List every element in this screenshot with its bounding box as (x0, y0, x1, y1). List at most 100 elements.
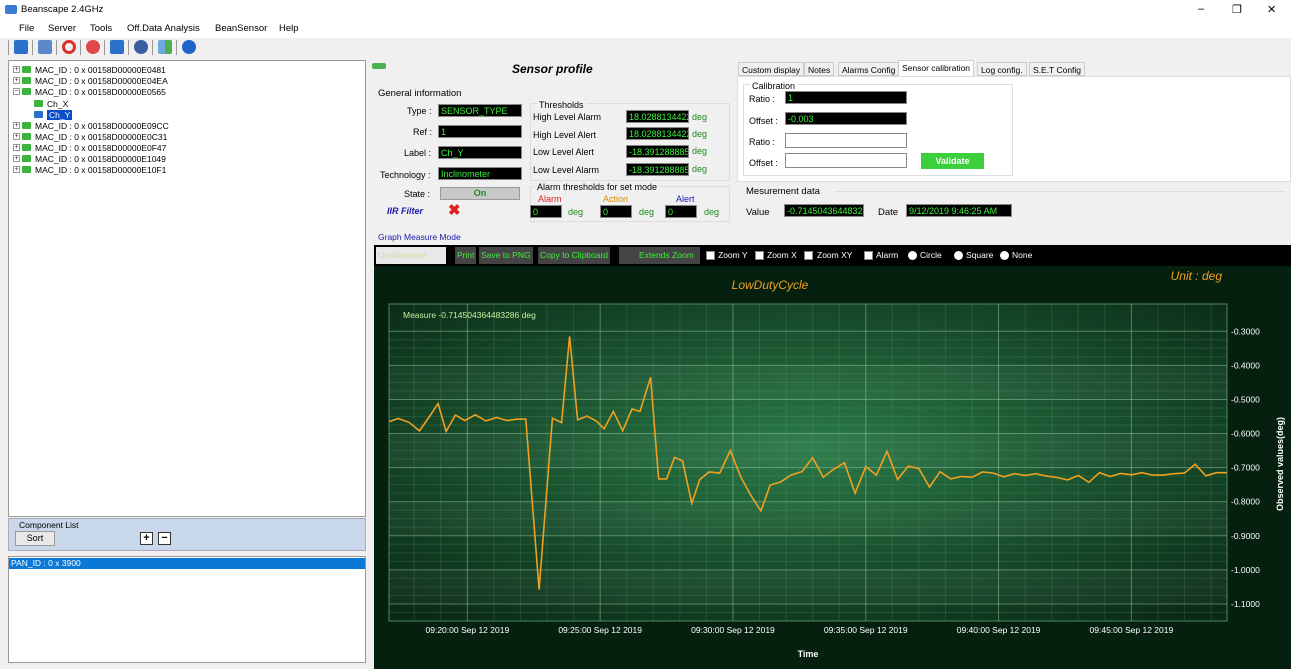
offset-field: -0.003 (785, 112, 907, 125)
menu-server[interactable]: Server (48, 23, 76, 34)
calibration-title: Calibration (750, 81, 798, 91)
menu-beansensor[interactable]: BeanSensor (215, 23, 267, 34)
zoom-y-checkbox[interactable] (706, 251, 715, 260)
tree-item-channel[interactable]: Ch_X (34, 98, 68, 109)
copy-clipboard-button[interactable]: Copy to Clipboard (538, 247, 611, 264)
print-button[interactable]: Print (455, 247, 477, 264)
square-label: Square (966, 250, 994, 260)
menu-help[interactable]: Help (279, 23, 299, 34)
expand-icon[interactable]: + (13, 66, 20, 73)
settings-icon[interactable] (134, 40, 148, 54)
tree-item[interactable]: + MAC_ID : 0 x 00158D00000E0481 (13, 64, 166, 75)
minimize-button[interactable]: – (1198, 3, 1204, 15)
tree-item[interactable]: + MAC_ID : 0 x 00158D00000E0F47 (13, 142, 166, 153)
collapse-indicator-icon[interactable] (372, 63, 386, 69)
sensor-tree[interactable]: + MAC_ID : 0 x 00158D00000E0481 + MAC_ID :… (8, 60, 366, 517)
expand-icon[interactable]: + (13, 144, 20, 151)
close-button[interactable]: ✕ (1267, 3, 1276, 16)
toolbar-separator (152, 40, 153, 55)
tree-item[interactable]: − MAC_ID : 0 x 00158D00000E0565 (13, 86, 166, 97)
zoom-x-checkbox[interactable] (755, 251, 764, 260)
expand-icon[interactable]: + (13, 77, 20, 84)
offset-label: Offset : (749, 116, 778, 126)
unit-label: deg (692, 129, 708, 139)
tree-item[interactable]: + MAC_ID : 0 x 00158D00000E1049 (13, 153, 166, 164)
y-axis-label: Observed values(deg) (1275, 417, 1285, 511)
offset-input[interactable] (785, 153, 907, 168)
tab-alarms-config[interactable]: Alarms Config (838, 62, 900, 76)
y-tick-label: -1.1000 (1231, 599, 1260, 609)
tab-notes[interactable]: Notes (804, 62, 835, 76)
restore-button[interactable]: ❐ (1232, 3, 1242, 16)
x-tick-label: 09:30:00 Sep 12 2019 (691, 625, 775, 635)
tree-item[interactable]: + MAC_ID : 0 x 00158D00000E0C31 (13, 131, 167, 142)
toolbar-separator (104, 40, 105, 55)
date-field: 9/12/2019 9:46:25 AM (906, 204, 1012, 217)
add-component-button[interactable]: + (140, 532, 153, 545)
none-label: None (1012, 250, 1033, 260)
circle-radio[interactable] (908, 251, 917, 260)
toolbar (0, 38, 1291, 58)
high-alert-field: 18.0288134422 (626, 127, 689, 140)
node-icon (22, 88, 31, 95)
tree-item-label: Ch_X (47, 98, 69, 109)
node-icon (22, 155, 31, 162)
graph-mode-title: Graph Measure Mode (378, 232, 461, 242)
square-radio[interactable] (954, 251, 963, 260)
ratio-label: Ratio : (749, 94, 776, 104)
expand-icon[interactable]: + (13, 122, 20, 129)
value-field: -0.714504364483286 (784, 204, 864, 217)
x-tick-label: 09:25:00 Sep 12 2019 (558, 625, 642, 635)
expand-icon[interactable]: + (13, 155, 20, 162)
tab-log-config[interactable]: Log config. (977, 62, 1027, 76)
circle-label: Circle (920, 250, 942, 260)
zoom-xy-label: Zoom XY (817, 250, 853, 260)
expand-icon[interactable]: + (13, 133, 20, 140)
chart-icon[interactable] (158, 40, 172, 54)
tree-item[interactable]: + MAC_ID : 0 x 00158D00000E04EA (13, 75, 168, 86)
node-icon (22, 77, 31, 84)
pan-list-item-selected[interactable]: PAN_ID : 0 x 3900 (9, 558, 365, 569)
offset-input-label: Offset : (749, 158, 778, 168)
download-icon[interactable] (110, 40, 124, 54)
window-title: Beanscape 2.4GHz (21, 4, 104, 15)
ratio-input[interactable] (785, 133, 907, 148)
tree-item-channel-selected[interactable]: Ch_Y (34, 109, 73, 120)
action-title: Action (603, 194, 629, 204)
collapse-icon[interactable]: − (13, 88, 20, 95)
network-icon[interactable] (182, 40, 196, 54)
remove-component-button[interactable]: − (158, 532, 171, 545)
unit-label: Unit : deg (1171, 269, 1223, 283)
unit-label: deg (568, 207, 584, 217)
node-icon (22, 133, 31, 140)
menu-tools[interactable]: Tools (90, 23, 112, 34)
unit-label: deg (692, 112, 708, 122)
technology-label: Technology : (380, 170, 431, 180)
zoom-xy-checkbox[interactable] (804, 251, 813, 260)
stop-icon[interactable] (62, 40, 76, 54)
save-icon[interactable] (14, 40, 28, 54)
menu-off-data-analysis[interactable]: Off.Data Analysis (127, 23, 200, 34)
tree-item[interactable]: + MAC_ID : 0 x 00158D00000E09CC (13, 120, 169, 131)
tree-item[interactable]: + MAC_ID : 0 x 00158D00000E10F1 (13, 164, 166, 175)
menu-file[interactable]: File (19, 23, 34, 34)
tab-sensor-calibration[interactable]: Sensor calibration (898, 60, 975, 76)
tab-set-config[interactable]: S.E.T Config (1029, 62, 1086, 76)
save-png-button[interactable]: Save to PNG (479, 247, 533, 264)
tab-custom-display[interactable]: Custom display (738, 62, 805, 76)
alarm-checkbox[interactable] (864, 251, 873, 260)
tree-item-label: Ch_Y (47, 109, 73, 120)
pan-list[interactable]: PAN_ID : 0 x 3900 (8, 556, 366, 663)
extends-zoom-button[interactable]: Extends Zoom (619, 247, 700, 264)
chart-area: LowDutyCycle Unit : deg Measure -0.71450… (374, 266, 1291, 669)
none-radio[interactable] (1000, 251, 1009, 260)
alarm-title: Alarm (538, 194, 562, 204)
validate-button[interactable]: Validate (921, 153, 984, 169)
expand-icon[interactable]: + (13, 166, 20, 173)
display-mode-select[interactable]: Oscilloscope (376, 247, 446, 264)
sort-button[interactable]: Sort (15, 531, 55, 546)
cancel-icon[interactable] (86, 40, 100, 54)
list-icon[interactable] (38, 40, 52, 54)
measurement-title: Mesurement data (746, 186, 820, 197)
alarm-set-field: 0 (530, 205, 562, 218)
